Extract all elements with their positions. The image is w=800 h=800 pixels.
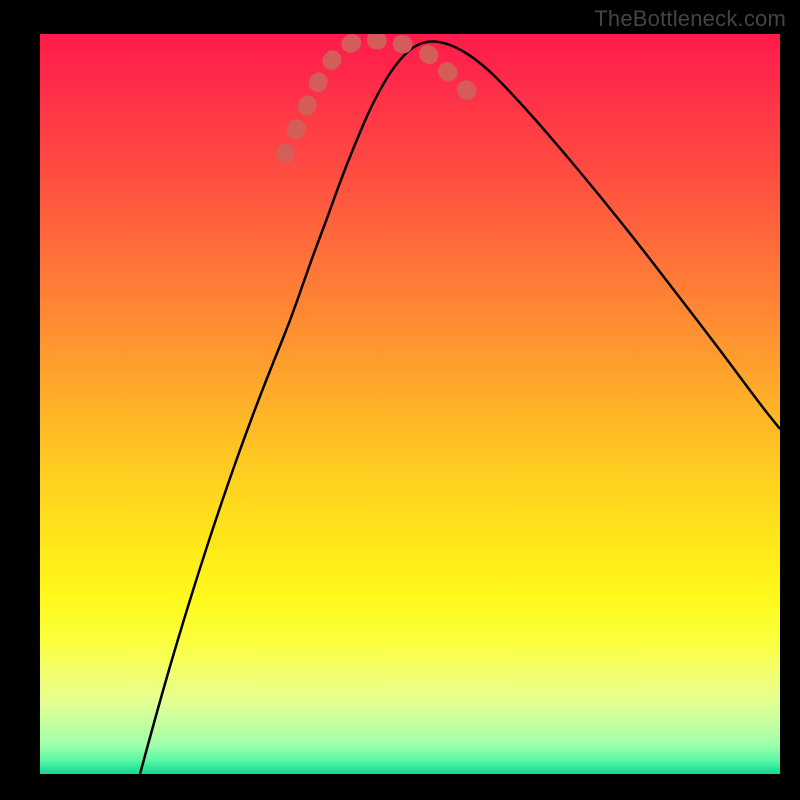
curve-svg — [40, 34, 780, 774]
highlight-band — [285, 40, 475, 154]
watermark-text: TheBottleneck.com — [594, 6, 786, 32]
gradient-plot-area — [40, 34, 780, 774]
image-root: TheBottleneck.com — [0, 0, 800, 800]
bottleneck-curve — [140, 41, 780, 774]
